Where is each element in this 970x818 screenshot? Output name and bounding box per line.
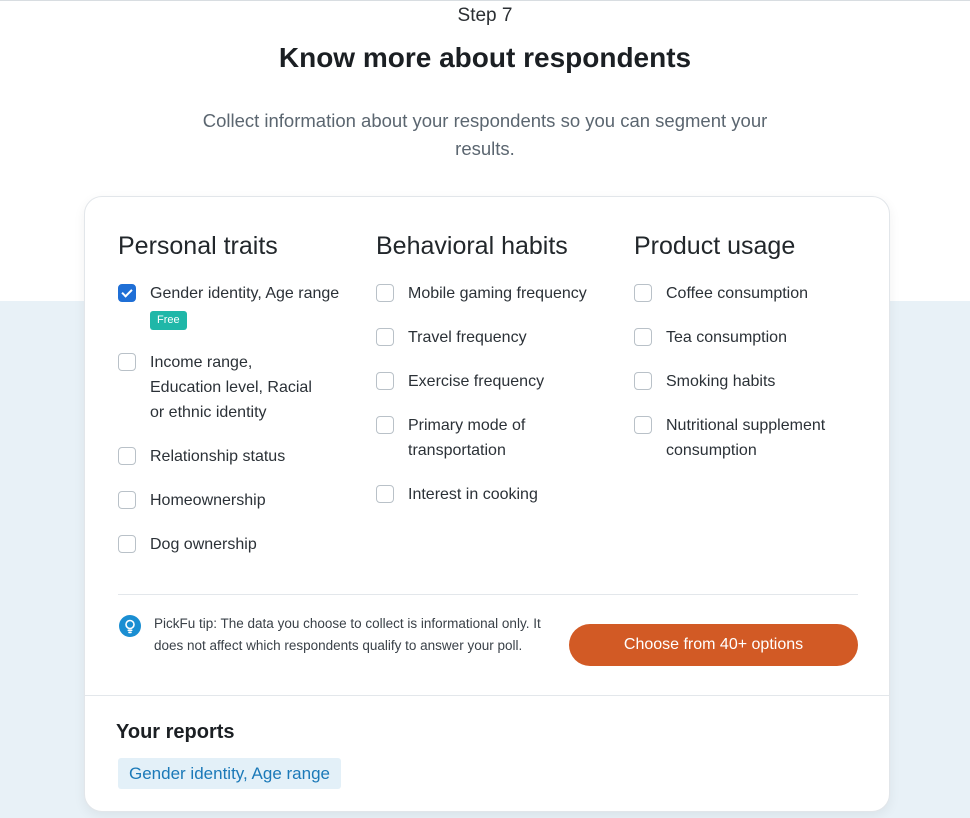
option-mobile-gaming[interactable]: Mobile gaming frequency [376, 281, 616, 306]
option-travel-frequency[interactable]: Travel frequency [376, 325, 616, 350]
reports-heading: Your reports [116, 721, 235, 743]
checkbox[interactable] [634, 328, 652, 346]
option-label: Travel frequency [408, 329, 527, 346]
checkbox[interactable] [634, 416, 652, 434]
section-divider [118, 594, 858, 595]
respondent-traits-card: Personal traits Gender identity, Age ran… [84, 196, 890, 812]
pickfu-tip: PickFu tip: The data you choose to colle… [118, 613, 548, 657]
option-label: Mobile gaming frequency [408, 285, 587, 302]
lightbulb-icon [119, 615, 141, 637]
option-exercise-frequency[interactable]: Exercise frequency [376, 369, 616, 394]
free-badge: Free [150, 311, 187, 330]
page-subtitle: Collect information about your responden… [202, 110, 768, 159]
reports-divider [85, 695, 889, 696]
option-label: Income range, Education level, Racial or… [150, 354, 312, 421]
column-product-usage: Product usage Coffee consumption Tea con… [634, 231, 874, 482]
option-label: Interest in cooking [408, 486, 538, 503]
option-label: Smoking habits [666, 373, 776, 390]
checkbox[interactable] [376, 372, 394, 390]
option-smoking[interactable]: Smoking habits [634, 369, 874, 394]
checkbox[interactable] [376, 328, 394, 346]
option-income-education-ethnicity[interactable]: Income range, Education level, Racial or… [118, 350, 318, 425]
tip-text: PickFu tip: The data you choose to colle… [154, 616, 541, 653]
checkbox[interactable] [634, 284, 652, 302]
choose-options-button[interactable]: Choose from 40+ options [569, 624, 858, 666]
option-gender-age[interactable]: Gender identity, Age range Free [118, 281, 358, 331]
option-label: Nutritional supplement consumption [666, 417, 826, 459]
option-label: Coffee consumption [666, 285, 809, 302]
option-tea[interactable]: Tea consumption [634, 325, 874, 350]
checkbox[interactable] [118, 491, 136, 509]
column-personal-traits: Personal traits Gender identity, Age ran… [118, 231, 358, 576]
top-divider [0, 0, 970, 1]
option-label: Tea consumption [666, 329, 787, 346]
option-coffee[interactable]: Coffee consumption [634, 281, 874, 306]
option-nutritional-supplement[interactable]: Nutritional supplement consumption [634, 413, 849, 463]
checkbox-checked[interactable] [118, 284, 136, 302]
option-homeownership[interactable]: Homeownership [118, 488, 358, 513]
option-cooking-interest[interactable]: Interest in cooking [376, 482, 616, 507]
option-label: Relationship status [150, 448, 286, 465]
checkbox[interactable] [118, 535, 136, 553]
report-chip[interactable]: Gender identity, Age range [118, 758, 341, 789]
option-dog-ownership[interactable]: Dog ownership [118, 532, 358, 557]
step-indicator: Step 7 [457, 5, 513, 26]
option-label: Exercise frequency [408, 373, 545, 390]
column-heading-product-usage: Product usage [634, 232, 796, 260]
column-heading-behavioral-habits: Behavioral habits [376, 232, 568, 260]
column-heading-personal-traits: Personal traits [118, 232, 278, 260]
checkbox[interactable] [376, 284, 394, 302]
checkbox[interactable] [376, 485, 394, 503]
option-relationship-status[interactable]: Relationship status [118, 444, 358, 469]
option-label: Dog ownership [150, 536, 257, 553]
checkbox[interactable] [118, 447, 136, 465]
option-label: Homeownership [150, 492, 266, 509]
option-transportation[interactable]: Primary mode of transportation [376, 413, 551, 463]
checkbox[interactable] [118, 353, 136, 371]
page-title: Know more about respondents [278, 42, 692, 73]
column-behavioral-habits: Behavioral habits Mobile gaming frequenc… [376, 231, 616, 526]
checkbox[interactable] [376, 416, 394, 434]
option-label: Gender identity, Age range [150, 285, 340, 302]
checkbox[interactable] [634, 372, 652, 390]
option-label: Primary mode of transportation [408, 417, 526, 459]
